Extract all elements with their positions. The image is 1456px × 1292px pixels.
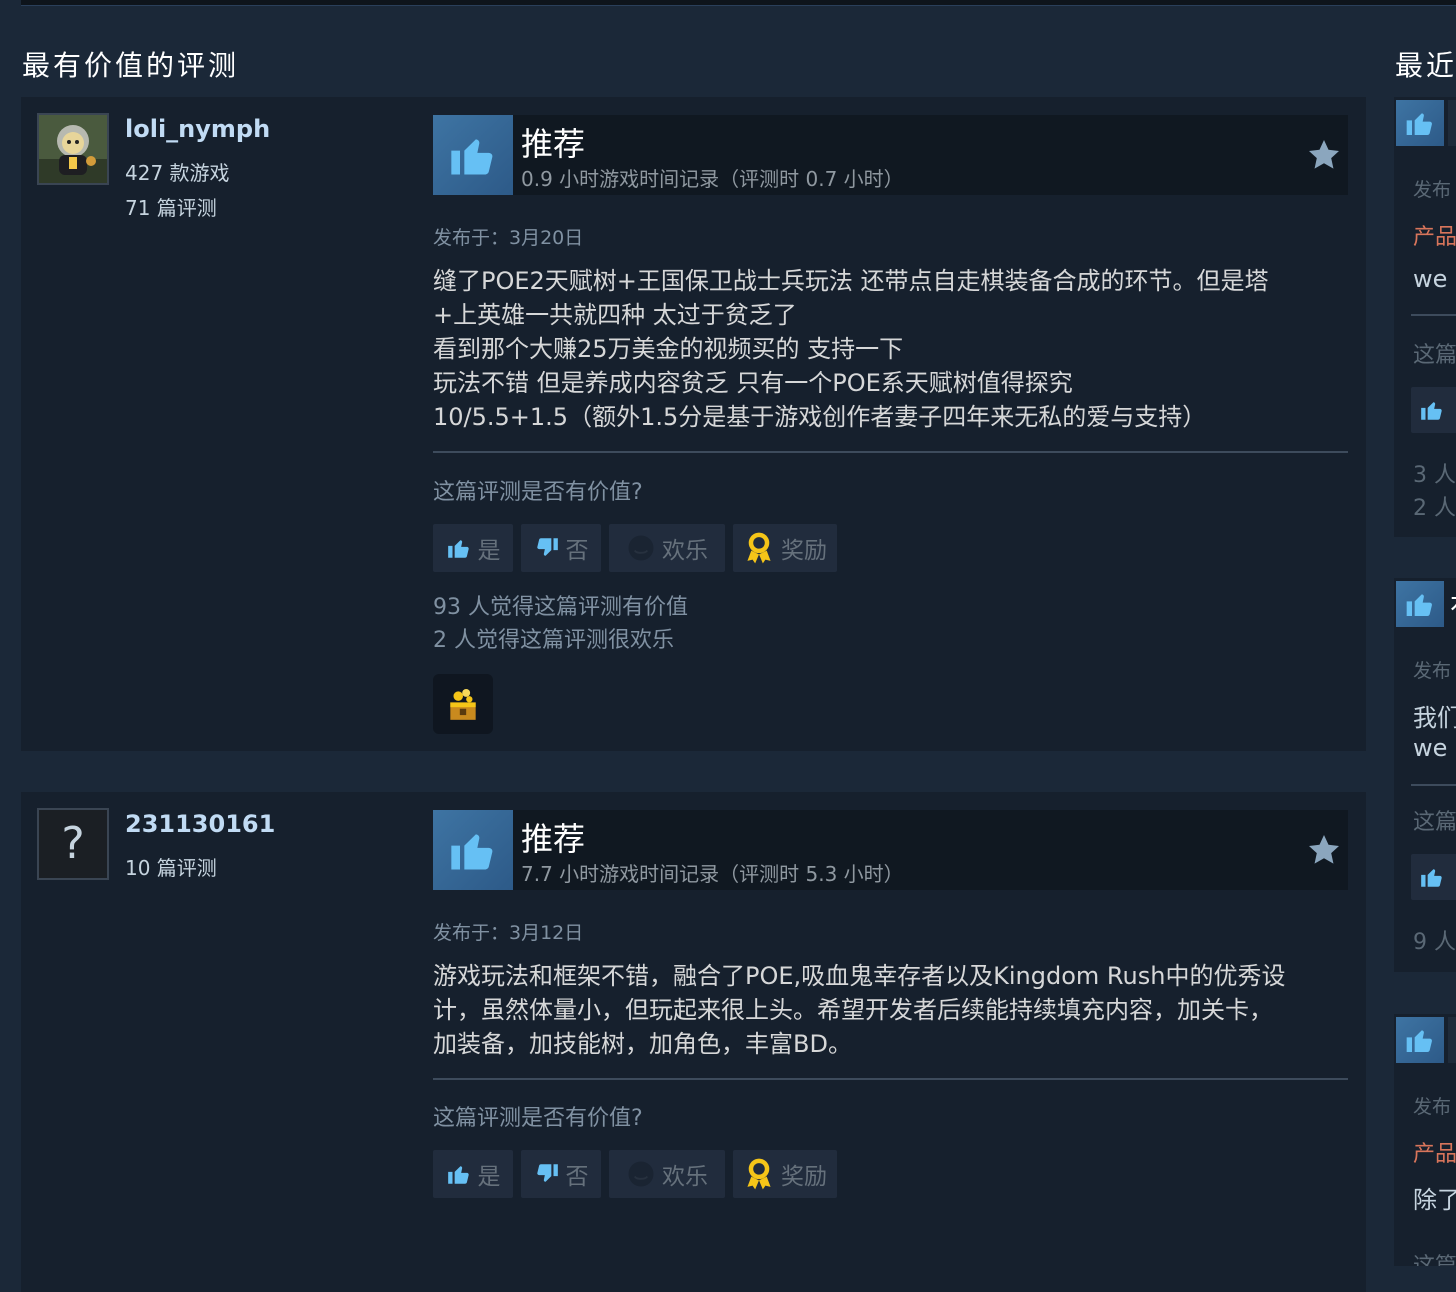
helpful-question: 这篇 [1413,1248,1456,1266]
award-icon [747,1158,771,1190]
vote-title: 有 [1450,586,1456,626]
posted-date: 发布 [1413,1096,1452,1118]
product-tag: 产品 [1413,225,1456,250]
reviews-count[interactable]: 71 篇评测 [125,192,217,221]
yes-button[interactable] [1411,387,1456,433]
content-line: 游戏玩法和框架不错，融合了POE,吸血鬼幸存者以及Kingdom Rush中的优… [433,962,1286,990]
content-line: +上英雄一共就四种 太过于贫乏了 [433,301,797,329]
review-card: loli_nymph 427 款游戏 71 篇评测 推荐 0.9 小时游戏时间记… [21,97,1366,751]
vote-header[interactable]: 推荐 7.7 小时游戏时间记录（评测时 5.3 小时） [433,810,1348,890]
most-helpful-title: 最有价值的评测 [22,49,240,82]
avatar-image [39,115,107,183]
no-label: 否 [565,538,589,564]
playtime: 0.9 小时游戏时间记录（评测时 0.7 小时） [521,167,904,191]
review-content: 除了 [1413,1186,1456,1214]
content-line: 玩法不错 但是养成内容贫乏 只有一个POE系天赋树值得探究 [433,369,1073,397]
vote-header[interactable]: 推荐 0.9 小时游戏时间记录（评测时 0.7 小时） [433,115,1348,195]
review-content: 缝了POE2天赋树+王国保卫战士兵玩法 还带点自走棋装备合成的环节。但是塔 +上… [433,264,1348,434]
award-label: 奖励 [781,538,827,564]
helpful-question: 这篇 [1413,343,1456,368]
reviews-count[interactable]: 10 篇评测 [125,852,217,881]
yes-button[interactable]: 是 [433,1150,513,1198]
content-line: 10/5.5+1.5（额外1.5分是基于游戏创作者妻子四年来无私的爱与支持） [433,403,1207,431]
star-icon[interactable] [1306,832,1342,868]
funny-label: 欢乐 [662,1164,708,1190]
helpful-count: 9 人 [1413,930,1456,955]
award-label: 奖励 [781,1164,827,1190]
review-content: we [1413,265,1448,293]
thumbs-up-icon [1396,581,1444,627]
posted-date: 发布于：3月12日 [433,922,584,944]
thumbs-up-icon [433,115,513,195]
content-line: 看到那个大赚25万美金的视频买的 支持一下 [433,335,904,363]
helpful-question: 这篇评测是否有价值? [433,1106,643,1131]
playtime: 7.7 小时游戏时间记录（评测时 5.3 小时） [521,862,904,886]
thumbs-up-icon [1421,402,1442,420]
review-content: 我们 [1413,704,1456,732]
avatar[interactable] [37,113,109,185]
divider [1411,314,1456,316]
yes-label: 是 [477,1164,501,1190]
vote-title: 推荐 [521,820,586,858]
yes-button[interactable]: 是 [433,524,513,572]
author-name[interactable]: loli_nymph [125,115,270,143]
helpful-count: 3 人 [1413,463,1456,488]
top-divider [21,0,1456,6]
content-line: 加装备，加技能树，加角色，丰富BD。 [433,1030,852,1058]
thumbs-up-icon [433,810,513,890]
games-owned[interactable]: 427 款游戏 [125,157,230,186]
thumbs-up-icon [1396,100,1444,146]
recent-reviews-title: 最近 [1395,49,1456,82]
award-button[interactable]: 奖励 [733,1150,837,1198]
funny-label: 欢乐 [662,538,708,564]
award-button[interactable]: 奖励 [733,524,837,572]
no-button[interactable]: 否 [521,1150,601,1198]
recent-review-card: 发布 产品 除了 这篇 [1394,1014,1456,1266]
product-tag: 产品 [1413,1142,1456,1167]
recent-review-card: 发布 产品 we 这篇 3 人 2 人 [1394,97,1456,537]
thumbs-up-icon [1421,869,1442,887]
star-icon[interactable] [1306,137,1342,173]
funny-button[interactable]: 欢乐 [609,1150,725,1198]
thumbs-down-icon [536,1164,558,1182]
thumbs-up-icon [447,1166,469,1184]
yes-button[interactable] [1411,854,1456,900]
review-content: we [1413,734,1448,762]
content-line: 缝了POE2天赋树+王国保卫战士兵玩法 还带点自走棋装备合成的环节。但是塔 [433,267,1269,295]
thumbs-down-icon [536,538,558,556]
no-label: 否 [565,1164,589,1190]
divider [1411,784,1456,786]
laugh-icon [628,1161,654,1187]
vote-title: 推荐 [521,125,586,163]
recent-review-card: 有 发布 我们 we 这篇 9 人 [1394,578,1456,972]
divider [433,451,1348,453]
award-icon [747,532,771,564]
content-line: 计，虽然体量小，但玩起来很上头。希望开发者后续能持续填充内容，加关卡， [433,996,1273,1024]
thumbs-up-icon [1396,1017,1444,1063]
divider [433,1078,1348,1080]
author-name[interactable]: 231130161 [125,810,275,838]
avatar[interactable]: ? [37,808,109,880]
helpful-question: 这篇 [1413,810,1456,835]
posted-date: 发布 [1413,179,1452,201]
helpful-question: 这篇评测是否有价值? [433,480,643,505]
funny-count: 2 人 [1413,496,1456,521]
review-content: 游戏玩法和框架不错，融合了POE,吸血鬼幸存者以及Kingdom Rush中的优… [433,959,1348,1061]
no-button[interactable]: 否 [521,524,601,572]
posted-date: 发布于：3月20日 [433,227,584,249]
funny-button[interactable]: 欢乐 [609,524,725,572]
helpful-count: 93 人觉得这篇评测有价值 [433,595,688,620]
yes-label: 是 [477,538,501,564]
funny-count: 2 人觉得这篇评测很欢乐 [433,628,674,653]
laugh-icon [628,535,654,561]
posted-date: 发布 [1413,660,1452,682]
review-card: ? 231130161 10 篇评测 推荐 7.7 小时游戏时间记录（评测时 5… [21,792,1366,1292]
treasure-award-icon[interactable] [433,674,493,734]
thumbs-up-icon [447,540,469,558]
